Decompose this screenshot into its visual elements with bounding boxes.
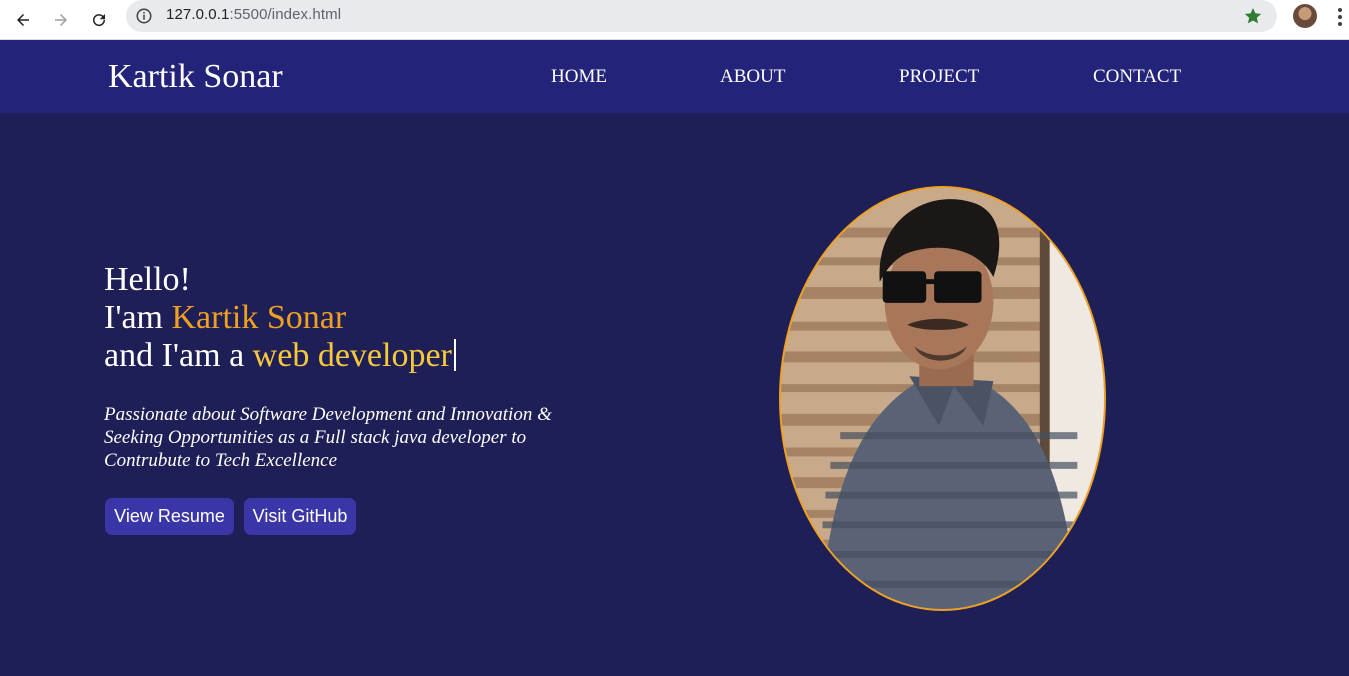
url-text[interactable]: 127.0.0.1:5500/index.html <box>166 6 341 23</box>
intro-prefix: I'am <box>104 299 172 336</box>
reload-icon[interactable] <box>83 4 115 36</box>
nav-home[interactable]: HOME <box>551 66 607 88</box>
hero-role: and I'am a web developer <box>104 337 456 375</box>
site-brand[interactable]: Kartik Sonar <box>108 57 283 97</box>
hero-heading: Hello! I'am Kartik Sonar and I'am a web … <box>104 261 456 375</box>
view-resume-button[interactable]: View Resume <box>105 498 234 535</box>
browser-toolbar: 127.0.0.1:5500/index.html <box>0 0 1349 40</box>
profile-avatar[interactable] <box>1293 4 1317 28</box>
nav-about[interactable]: ABOUT <box>720 66 785 88</box>
visit-github-button[interactable]: Visit GitHub <box>244 498 356 535</box>
nav-contact[interactable]: CONTACT <box>1093 66 1181 88</box>
back-arrow-icon[interactable] <box>7 4 39 36</box>
hero-greeting: Hello! <box>104 261 191 298</box>
info-icon[interactable] <box>135 7 153 25</box>
hero-tagline: Passionate about Software Development an… <box>104 404 552 471</box>
typed-role: web developer <box>252 337 452 374</box>
hero-name: Kartik Sonar <box>171 299 347 336</box>
role-prefix: and I'am a <box>104 337 253 374</box>
more-menu-icon[interactable] <box>1333 6 1347 28</box>
typing-cursor <box>453 339 456 371</box>
forward-arrow-icon[interactable] <box>45 4 77 36</box>
address-bar[interactable]: 127.0.0.1:5500/index.html <box>126 0 1277 32</box>
profile-photo <box>779 186 1106 611</box>
nav-project[interactable]: PROJECT <box>899 66 979 88</box>
bookmark-star-icon[interactable] <box>1243 6 1263 26</box>
hero-intro: I'am Kartik Sonar <box>104 299 456 337</box>
